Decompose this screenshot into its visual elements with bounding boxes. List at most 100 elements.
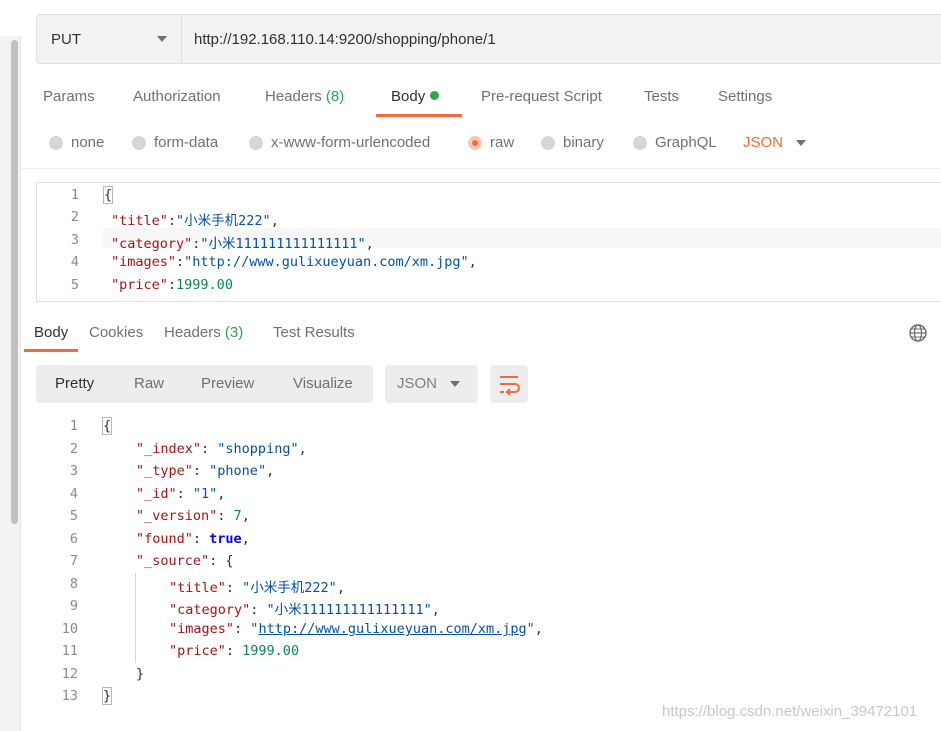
json-key: "_id" — [136, 486, 177, 502]
code-line: "_id": "1", — [136, 486, 226, 502]
open-brace: { — [102, 417, 113, 435]
json-key: "_source" — [136, 553, 210, 569]
json-key: "_version" — [136, 508, 218, 524]
code-line: "images":"http://www.gulixueyuan.com/xm.… — [111, 254, 477, 270]
active-tab-indicator — [24, 349, 78, 352]
tab-headers[interactable]: Headers (8) — [265, 88, 344, 105]
view-visualize-button[interactable]: Visualize — [293, 375, 353, 392]
code-line: "price":1999.00 — [111, 277, 233, 293]
line-number: 5 — [69, 508, 78, 524]
radio-form-data[interactable]: form-data — [132, 134, 218, 151]
tab-tests[interactable]: Tests — [644, 88, 679, 105]
url-input[interactable]: http://192.168.110.14:9200/shopping/phon… — [181, 14, 941, 64]
radio-icon — [49, 135, 63, 150]
line-number: 3 — [69, 463, 78, 479]
json-key: "images" — [111, 254, 177, 270]
json-value: "1" — [192, 486, 218, 502]
tab-label: Tests — [644, 88, 680, 105]
radio-binary[interactable]: binary — [541, 134, 604, 151]
wrap-lines-button[interactable] — [490, 365, 528, 403]
json-value: 1999.00 — [176, 277, 233, 293]
globe-icon[interactable] — [909, 324, 927, 342]
tab-label: Headers — [265, 88, 322, 105]
json-punct: , — [270, 213, 279, 229]
wrap-lines-icon — [500, 376, 520, 396]
view-preview-button[interactable]: Preview — [201, 375, 254, 392]
close-brace: } — [102, 687, 113, 705]
json-value: "小米111111111111111" — [200, 236, 366, 252]
json-value: "shopping" — [217, 441, 299, 457]
method-select[interactable]: PUT — [36, 14, 181, 64]
line-number: 4 — [70, 254, 79, 270]
json-value: "小米手机222" — [242, 580, 337, 596]
view-raw-button[interactable]: Raw — [134, 375, 164, 392]
json-value: "小米手机222" — [176, 213, 271, 229]
code-line: "_type": "phone", — [136, 463, 275, 479]
tab-label: Test Results — [273, 324, 355, 341]
radio-none[interactable]: none — [49, 134, 104, 151]
code-line: "_index": "shopping", — [136, 441, 307, 457]
response-tab-headers[interactable]: Headers (3) — [164, 324, 243, 341]
line-number: 7 — [69, 553, 78, 569]
json-key: "_index" — [136, 441, 202, 457]
sidebar-scrollbar-thumb[interactable] — [11, 40, 18, 524]
tab-settings[interactable]: Settings — [718, 88, 772, 105]
request-body-editor[interactable]: 1 2 3 4 5 { "title":"小米手机222", "category… — [36, 182, 941, 302]
radio-selected-icon — [468, 135, 482, 150]
tab-label: Body — [391, 88, 426, 105]
code-line: { — [102, 417, 113, 435]
open-brace: { — [225, 553, 234, 569]
view-pretty-button[interactable]: Pretty — [55, 375, 94, 392]
radio-raw[interactable]: raw — [468, 134, 514, 151]
watermark: https://blog.csdn.net/weixin_39472101 — [662, 703, 918, 720]
chevron-down-icon[interactable] — [796, 140, 806, 146]
line-number: 13 — [61, 688, 78, 704]
json-value: "phone" — [209, 463, 267, 479]
line-number: 9 — [69, 598, 78, 614]
code-line: "images": "http://www.gulixueyuan.com/xm… — [169, 621, 543, 637]
line-number: 3 — [70, 232, 79, 248]
json-key: "_type" — [136, 463, 193, 479]
json-punct: , — [468, 254, 477, 270]
code-line: } — [102, 687, 113, 705]
image-url-link[interactable]: http://www.gulixueyuan.com/xm.jpg — [258, 621, 526, 637]
line-number: 4 — [69, 486, 78, 502]
active-tab-indicator — [376, 114, 462, 117]
tab-authorization[interactable]: Authorization — [133, 88, 221, 105]
radio-x-www-form-urlencoded[interactable]: x-www-form-urlencoded — [249, 134, 430, 151]
open-brace: { — [103, 186, 114, 204]
line-number: 6 — [69, 531, 78, 547]
line-number: 10 — [61, 621, 78, 637]
tab-body[interactable]: Body — [391, 88, 440, 105]
radio-graphql[interactable]: GraphQL — [633, 134, 717, 151]
json-key: "category" — [111, 236, 193, 252]
response-tab-body[interactable]: Body — [34, 324, 68, 341]
json-quote: " — [526, 621, 535, 637]
json-value: 7 — [233, 508, 242, 524]
radio-label: GraphQL — [655, 134, 717, 151]
radio-icon — [541, 135, 555, 150]
line-number: 2 — [70, 209, 79, 225]
method-label: PUT — [51, 31, 81, 48]
tab-label: Body — [34, 324, 69, 341]
close-brace: } — [136, 666, 145, 682]
tab-label: Cookies — [89, 324, 144, 341]
raw-format-select[interactable]: JSON — [743, 134, 783, 151]
headers-count: (8) — [325, 88, 345, 105]
code-line: { — [103, 186, 114, 204]
code-line: } — [136, 666, 144, 682]
tab-label: Pre-request Script — [481, 88, 602, 105]
line-number: 11 — [61, 643, 78, 659]
divider — [20, 168, 941, 169]
tab-pre-request-script[interactable]: Pre-request Script — [481, 88, 602, 105]
json-value: 1999.00 — [242, 643, 300, 659]
radio-label: form-data — [154, 134, 219, 151]
response-tab-cookies[interactable]: Cookies — [89, 324, 143, 341]
json-key: "price" — [169, 643, 226, 659]
url-text: http://192.168.110.14:9200/shopping/phon… — [194, 31, 496, 48]
response-tab-test-results[interactable]: Test Results — [273, 324, 355, 341]
tab-params[interactable]: Params — [43, 88, 95, 105]
code-line: "title": "小米手机222", — [169, 580, 345, 596]
headers-count: (3) — [224, 324, 244, 341]
json-key: "category" — [169, 602, 251, 618]
